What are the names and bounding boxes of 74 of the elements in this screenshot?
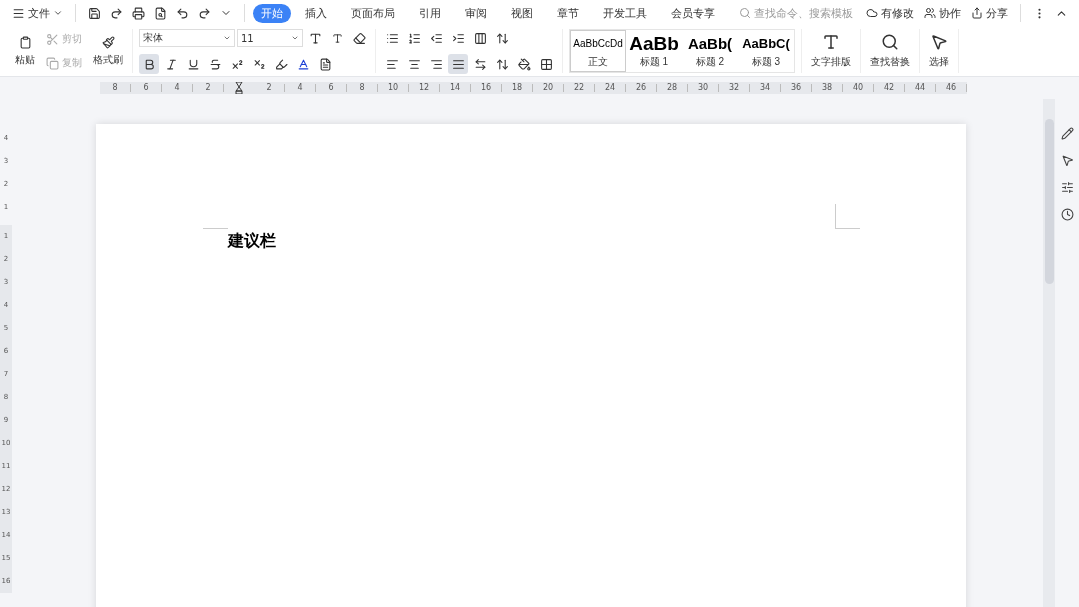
chevron-down-icon	[291, 34, 299, 42]
ribbon-tab[interactable]: 会员专享	[663, 3, 723, 23]
ruler-number: 20	[533, 84, 564, 92]
ruler-number: 6	[316, 84, 347, 92]
scrollbar-thumb[interactable]	[1044, 119, 1054, 284]
ruler-number: 26	[626, 84, 657, 92]
search-icon	[739, 7, 751, 19]
ruler-number: 40	[843, 84, 874, 92]
ruler-number: 46	[936, 84, 967, 92]
margin-mark	[203, 228, 228, 229]
format-painter-button[interactable]: 格式刷	[90, 35, 126, 67]
align-justify-icon[interactable]	[448, 54, 468, 74]
paste-icon	[18, 35, 32, 49]
text-icon	[822, 33, 840, 51]
ruler-number: 36	[781, 84, 812, 92]
cut-icon	[46, 32, 59, 46]
chevron-down-icon	[223, 34, 231, 42]
ribbon-tab[interactable]: 页面布局	[343, 3, 403, 23]
tool-button[interactable]: 选择	[926, 33, 952, 69]
ribbon-tab[interactable]: 审阅	[457, 3, 495, 23]
ruler-number: 16	[471, 84, 502, 92]
ruler-number: 28	[657, 84, 688, 92]
share-icon	[971, 7, 983, 19]
tool-button[interactable]: 文字排版	[808, 33, 854, 69]
pencil-icon[interactable]	[1060, 127, 1074, 140]
ribbon-tab[interactable]: 章节	[549, 3, 587, 23]
ruler-number: 6	[131, 84, 162, 92]
ribbon-tab[interactable]: 开始	[253, 3, 291, 23]
chevron-down-icon	[53, 8, 63, 18]
action-button[interactable]: 协作	[920, 3, 965, 23]
ruler-number: 18	[502, 84, 533, 92]
font-name-field[interactable]: 宋体	[139, 29, 235, 47]
menu-icon	[12, 6, 25, 20]
margin-mark	[835, 204, 860, 229]
ribbon-tab[interactable]: 引用	[411, 3, 449, 23]
action-button[interactable]: 分享	[967, 3, 1012, 23]
ribbon-tab[interactable]: 视图	[503, 3, 541, 23]
ruler-number: 34	[750, 84, 781, 92]
people-icon	[924, 7, 936, 19]
style-preset[interactable]: AaBbCcDd 正文	[570, 30, 626, 72]
file-menu[interactable]: 文件	[8, 3, 67, 23]
ruler-number: 22	[564, 84, 595, 92]
ruler-number: 2	[254, 84, 285, 92]
ruler-number: 10	[378, 84, 409, 92]
painter-icon	[101, 35, 115, 49]
tool-button[interactable]: 查找替换	[867, 33, 913, 69]
indent-marker-icon[interactable]	[235, 82, 243, 94]
ribbon-tab[interactable]: 开发工具	[595, 3, 655, 23]
ruler-number: 14	[440, 84, 471, 92]
ruler-number: 8	[347, 84, 378, 92]
ruler-number: 38	[812, 84, 843, 92]
ruler-number: 4	[285, 84, 316, 92]
pointer-icon	[930, 33, 948, 51]
ruler-number: 32	[719, 84, 750, 92]
ruler-number: 2	[193, 84, 224, 92]
font-size-field[interactable]: 11	[237, 29, 303, 47]
ruler-number: 30	[688, 84, 719, 92]
pointer-icon[interactable]	[1060, 154, 1074, 167]
action-button[interactable]: 有修改	[862, 3, 918, 23]
ruler-number: 4	[162, 84, 193, 92]
ruler-number: 42	[874, 84, 905, 92]
bold-icon[interactable]	[139, 54, 159, 74]
ruler-number: 12	[409, 84, 440, 92]
ruler-number: 24	[595, 84, 626, 92]
ruler-number: 8	[100, 84, 131, 92]
ribbon-tab[interactable]: 插入	[297, 3, 335, 23]
sliders-icon[interactable]	[1060, 181, 1074, 194]
clock-icon[interactable]	[1060, 208, 1074, 221]
document-text: 建议栏	[228, 231, 277, 251]
paste-button[interactable]: 粘贴	[12, 35, 38, 67]
cloud-icon	[866, 7, 878, 19]
search-icon	[881, 33, 899, 51]
ruler-number: 44	[905, 84, 936, 92]
copy-icon	[46, 56, 59, 70]
